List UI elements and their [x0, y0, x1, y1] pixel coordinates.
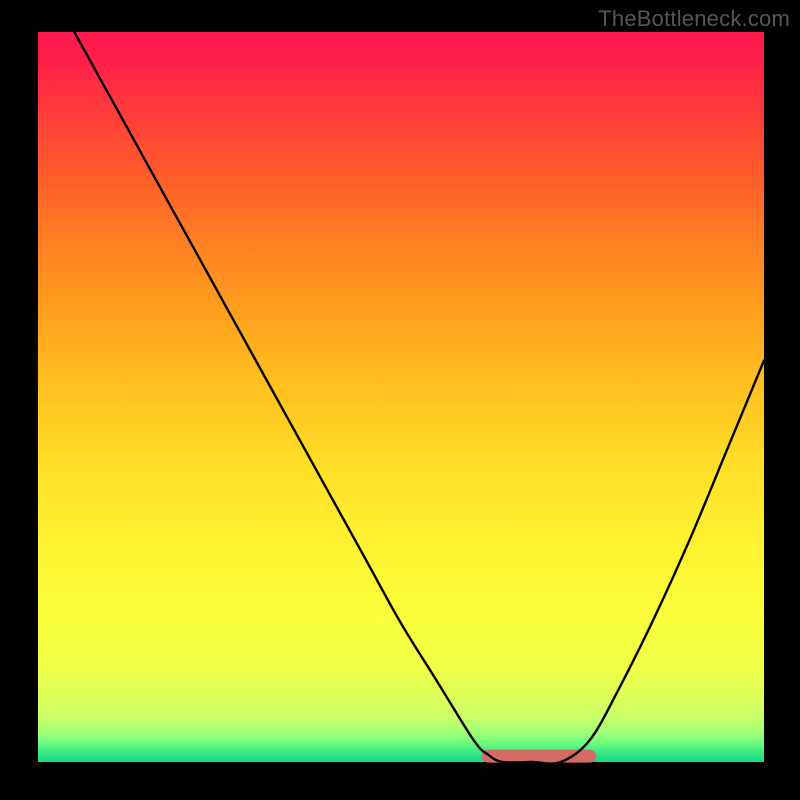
plot-background: [38, 32, 764, 762]
chart-container: { "watermark": "TheBottleneck.com", "cha…: [0, 0, 800, 800]
bottleneck-chart: [0, 0, 800, 800]
watermark-text: TheBottleneck.com: [598, 6, 790, 32]
